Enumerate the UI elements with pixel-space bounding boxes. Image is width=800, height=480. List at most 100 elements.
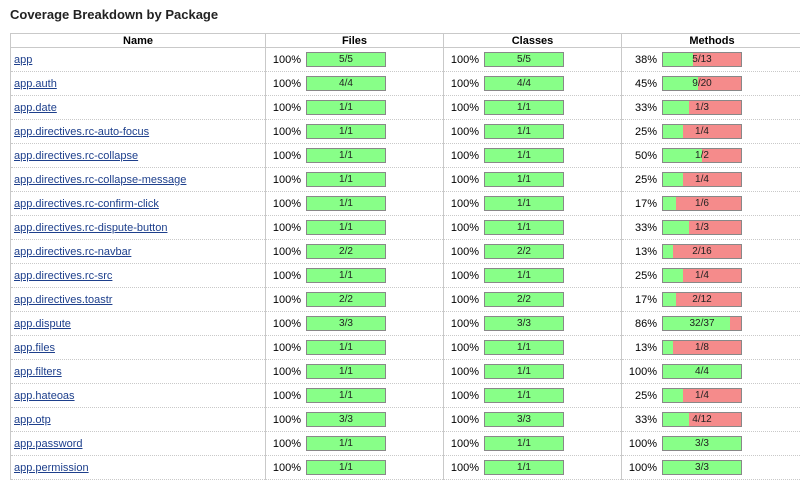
- package-link[interactable]: app.directives.rc-navbar: [14, 246, 131, 258]
- classes-percent: 100%: [448, 462, 479, 474]
- files-coverage-cell: 100%5/5: [266, 48, 444, 72]
- files-coverage-bar: 1/1: [306, 340, 386, 355]
- classes-percent: 100%: [448, 198, 479, 210]
- files-coverage-bar: 4/4: [306, 76, 386, 91]
- classes-coverage: 100%3/3: [444, 412, 621, 427]
- package-link[interactable]: app.filters: [14, 366, 62, 378]
- methods-coverage: 17%1/6: [622, 196, 800, 211]
- package-link[interactable]: app.directives.rc-collapse: [14, 150, 138, 162]
- table-row: app.directives.rc-collapse100%1/1100%1/1…: [11, 144, 800, 168]
- classes-percent: 100%: [448, 102, 479, 114]
- methods-percent: 13%: [626, 246, 657, 258]
- package-link[interactable]: app.directives.rc-collapse-message: [14, 174, 186, 186]
- methods-coverage: 33%1/3: [622, 220, 800, 235]
- classes-ratio: 1/1: [485, 461, 563, 474]
- files-ratio: 1/1: [307, 197, 385, 210]
- files-percent: 100%: [270, 318, 301, 330]
- classes-percent: 100%: [448, 318, 479, 330]
- classes-coverage-bar: 3/3: [484, 412, 564, 427]
- files-coverage: 100%2/2: [266, 244, 443, 259]
- package-link[interactable]: app.auth: [14, 78, 57, 90]
- methods-percent: 25%: [626, 126, 657, 138]
- classes-coverage: 100% 1/1: [444, 460, 621, 475]
- methods-coverage: 50%1/2: [622, 148, 800, 163]
- package-name-cell: app.hateoas: [11, 384, 266, 408]
- table-row: app.date100%1/1100%1/133%1/3: [11, 96, 800, 120]
- classes-ratio: 1/1: [485, 269, 563, 282]
- files-ratio: 5/5: [307, 53, 385, 66]
- package-link[interactable]: app.otp: [14, 414, 51, 426]
- methods-percent: 100%: [626, 438, 657, 450]
- classes-coverage-bar: 1/1: [484, 268, 564, 283]
- methods-coverage-bar: 1/4: [662, 388, 742, 403]
- classes-percent: 100%: [448, 342, 479, 354]
- classes-coverage-bar: 1/1: [484, 460, 564, 475]
- classes-percent: 100%: [448, 126, 479, 138]
- methods-ratio: 1/6: [663, 197, 741, 210]
- package-name-cell: app.directives.rc-confirm-click: [11, 192, 266, 216]
- files-coverage-bar: 2/2: [306, 292, 386, 307]
- methods-coverage-bar: 4/4: [662, 364, 742, 379]
- classes-coverage: 100%2/2: [444, 292, 621, 307]
- classes-coverage-bar: 1/1: [484, 124, 564, 139]
- package-link[interactable]: app: [14, 54, 32, 66]
- files-coverage-cell: 100%3/3: [266, 408, 444, 432]
- package-link[interactable]: app.password: [14, 438, 83, 450]
- package-link[interactable]: app.directives.rc-confirm-click: [14, 198, 159, 210]
- classes-percent: 100%: [448, 438, 479, 450]
- classes-ratio: 2/2: [485, 293, 563, 306]
- methods-coverage: 45%9/20: [622, 76, 800, 91]
- files-percent: 100%: [270, 294, 301, 306]
- methods-coverage-bar: 1/4: [662, 172, 742, 187]
- methods-coverage: 33%4/12: [622, 412, 800, 427]
- classes-coverage-bar: 1/1: [484, 100, 564, 115]
- classes-coverage: 100%1/1: [444, 268, 621, 283]
- classes-coverage: 100%1/1: [444, 172, 621, 187]
- methods-percent: 33%: [626, 102, 657, 114]
- files-coverage-cell: 100%3/3: [266, 312, 444, 336]
- files-coverage: 100%1/1: [266, 340, 443, 355]
- files-percent: 100%: [270, 462, 301, 474]
- files-coverage-cell: 100%1/1: [266, 336, 444, 360]
- package-link[interactable]: app.directives.rc-auto-focus: [14, 126, 149, 138]
- column-header-methods[interactable]: Methods: [622, 34, 800, 48]
- package-link[interactable]: app.directives.rc-src: [14, 270, 112, 282]
- files-coverage: 100%1/1: [266, 220, 443, 235]
- classes-percent: 100%: [448, 150, 479, 162]
- methods-percent: 25%: [626, 270, 657, 282]
- methods-coverage-cell: 25% 1/4: [622, 120, 800, 144]
- package-link[interactable]: app.directives.toastr: [14, 294, 112, 306]
- files-percent: 100%: [270, 102, 301, 114]
- methods-coverage-cell: 13%2/16: [622, 240, 800, 264]
- package-link[interactable]: app.hateoas: [14, 390, 75, 402]
- package-link[interactable]: app.dispute: [14, 318, 71, 330]
- table-row: app.hateoas100%1/1100%1/125%1/4: [11, 384, 800, 408]
- files-coverage-cell: 100%1/1: [266, 216, 444, 240]
- package-link[interactable]: app.files: [14, 342, 55, 354]
- column-header-name[interactable]: Name: [11, 34, 266, 48]
- table-row: app.directives.rc-auto-focus100%1/1100%1…: [11, 120, 800, 144]
- methods-coverage: 100%3/3: [622, 460, 800, 475]
- package-link[interactable]: app.permission: [14, 462, 89, 474]
- table-row: app.dispute100%3/3100%3/386%32/37: [11, 312, 800, 336]
- methods-ratio: 1/4: [663, 125, 741, 138]
- files-ratio: 1/1: [307, 125, 385, 138]
- files-ratio: 2/2: [307, 245, 385, 258]
- column-header-files[interactable]: Files: [266, 34, 444, 48]
- classes-coverage-cell: 100%1/1: [444, 168, 622, 192]
- table-row: app.files100%1/1100%1/113%1/8: [11, 336, 800, 360]
- files-coverage-bar: 1/1: [306, 148, 386, 163]
- package-name-cell: app.directives.rc-collapse-message: [11, 168, 266, 192]
- package-link[interactable]: app.directives.rc-dispute-button: [14, 222, 167, 234]
- methods-coverage: 25%1/4: [622, 268, 800, 283]
- methods-percent: 25%: [626, 390, 657, 402]
- package-name-cell: app.directives.toastr: [11, 288, 266, 312]
- column-header-classes[interactable]: Classes: [444, 34, 622, 48]
- table-row: app.directives.rc-confirm-click100%1/110…: [11, 192, 800, 216]
- package-link[interactable]: app.date: [14, 102, 57, 114]
- table-row: app.directives.toastr100%2/2100%2/217%2/…: [11, 288, 800, 312]
- classes-coverage-bar: 4/4: [484, 76, 564, 91]
- files-coverage-bar: 3/3: [306, 412, 386, 427]
- files-coverage: 100%1/1: [266, 196, 443, 211]
- table-row: app.auth100%4/4100%4/445%9/20: [11, 72, 800, 96]
